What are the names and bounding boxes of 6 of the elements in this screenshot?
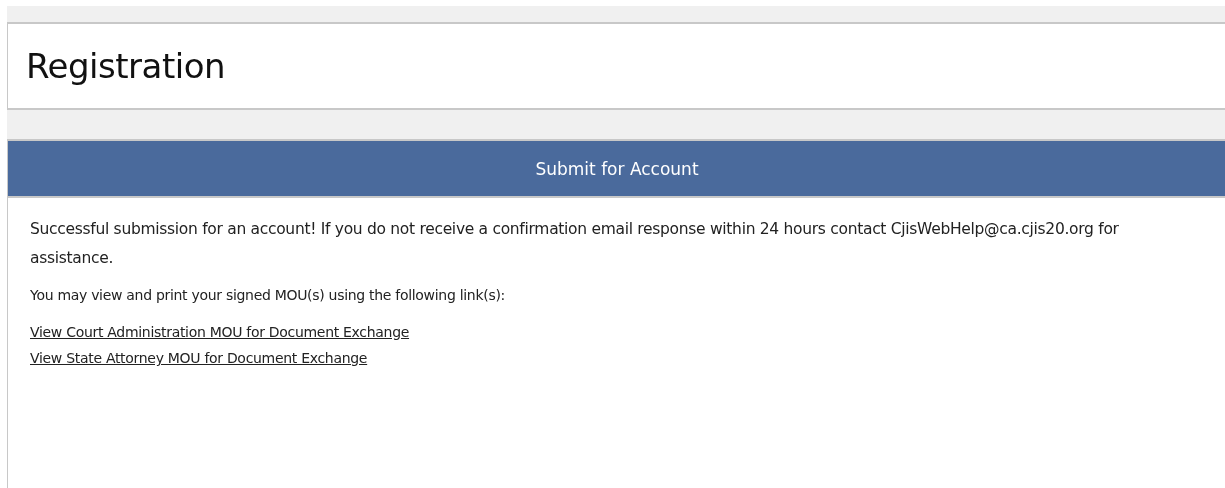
- page-title: Registration: [26, 46, 226, 86]
- panel-title: Submit for Account: [535, 158, 699, 179]
- mou-link[interactable]: View State Attorney MOU for Document Exchange: [30, 345, 368, 371]
- instruction-text: You may view and print your signed MOU(s) using the following link(s):: [30, 286, 506, 305]
- mou-link[interactable]: View Court Administration MOU for Document Exchange: [30, 319, 410, 345]
- success-message: Successful submission for an account! If you do not receive a confirmation email response within 24 hours contact CjisWebHelp@ca.cjis20.org for assistance.: [30, 219, 1120, 269]
